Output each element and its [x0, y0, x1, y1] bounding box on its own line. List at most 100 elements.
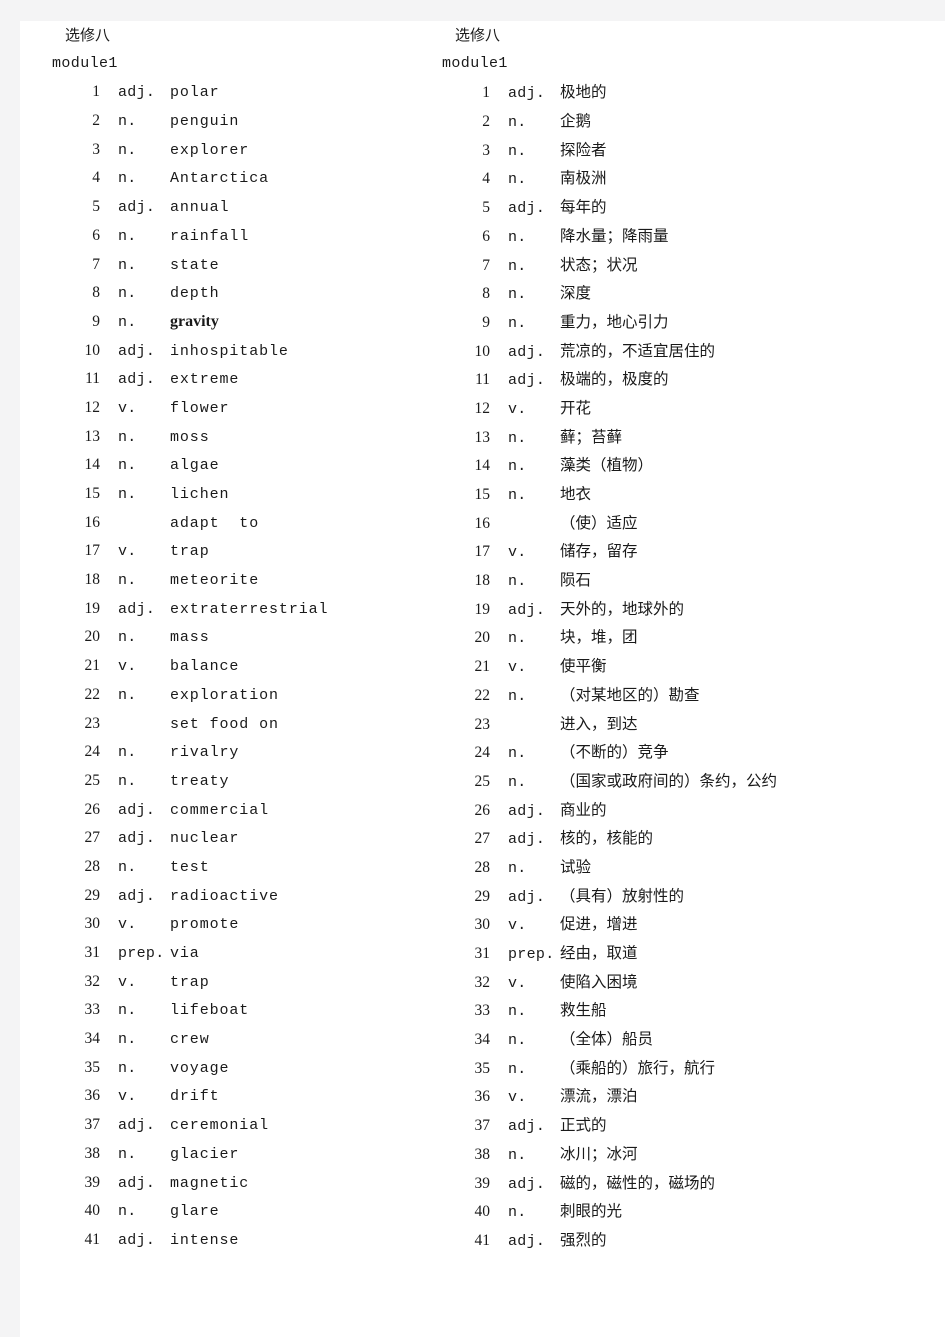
table-row: 23 进入，到达: [410, 710, 945, 739]
english-word: crew: [170, 1031, 210, 1049]
part-of-speech: n.: [508, 859, 527, 877]
entry-number: 7: [92, 255, 100, 273]
english-word: extreme: [170, 371, 240, 389]
table-row: 38 n. 冰川；冰河: [410, 1140, 945, 1169]
table-row: 15 n. 地衣: [410, 480, 945, 509]
part-of-speech: v.: [508, 917, 527, 935]
table-row: 2 n. 企鹅: [410, 107, 945, 136]
part-of-speech: adj.: [508, 372, 546, 390]
chinese-definition: 极地的: [560, 83, 607, 102]
table-row: 35 n. （乘船的）旅行，航行: [410, 1054, 945, 1083]
table-row: 7 n. 状态；状况: [410, 251, 945, 280]
chinese-definition: 降水量；降雨量: [560, 226, 669, 245]
entry-number: 6: [482, 227, 490, 245]
table-row: 13 n. moss: [20, 423, 440, 452]
entry-number: 25: [474, 772, 491, 790]
table-row: 27 adj. 核的，核能的: [410, 824, 945, 853]
entry-number: 32: [474, 973, 491, 991]
entry-number: 27: [84, 829, 101, 847]
english-word: glacier: [170, 1145, 240, 1163]
table-row: 39 adj. 磁的，磁性的，磁场的: [410, 1169, 945, 1198]
chinese-column-title: 选修八: [455, 26, 501, 44]
table-row: 10 adj. inhospitable: [20, 337, 440, 366]
table-row: 18 n. 陨石: [410, 566, 945, 595]
part-of-speech: n.: [508, 171, 527, 189]
part-of-speech: n.: [508, 573, 527, 591]
table-row: 22 n. （对某地区的）勘查: [410, 681, 945, 710]
entry-number: 20: [84, 628, 101, 646]
part-of-speech: n.: [118, 1145, 137, 1163]
part-of-speech: v.: [118, 973, 137, 991]
entry-number: 36: [84, 1087, 101, 1105]
chinese-definition: 企鹅: [560, 112, 592, 131]
table-row: 25 n. treaty: [20, 767, 440, 796]
table-row: 39 adj. magnetic: [20, 1169, 440, 1198]
english-word: test: [170, 858, 210, 876]
entry-number: 36: [474, 1088, 491, 1106]
entry-number: 6: [92, 226, 100, 244]
chinese-definition: 探险者: [560, 140, 607, 159]
part-of-speech: v.: [508, 659, 527, 677]
document-page: 选修八 module1 1 adj. polar 2 n. penguin 3 n. explo…: [20, 21, 945, 1337]
english-word: trap: [170, 973, 210, 991]
english-word: set food on: [170, 715, 279, 733]
part-of-speech: n.: [508, 257, 527, 275]
chinese-definition: 藻类（植物）: [560, 456, 654, 475]
table-row: 20 n. mass: [20, 623, 440, 652]
entry-number: 33: [84, 1001, 101, 1019]
table-row: 29 adj. radioactive: [20, 882, 440, 911]
part-of-speech: adj.: [118, 342, 156, 360]
entry-number: 12: [84, 398, 101, 416]
english-word: penguin: [170, 113, 240, 131]
chinese-definition: （使）适应: [560, 513, 638, 532]
entry-number: 16: [84, 513, 101, 531]
part-of-speech: n.: [508, 1146, 527, 1164]
chinese-definition: 经由，取道: [560, 944, 638, 962]
chinese-definition: （全体）船员: [560, 1030, 654, 1049]
part-of-speech: n.: [508, 142, 527, 160]
entry-number: 19: [474, 600, 491, 618]
english-word: magnetic: [170, 1174, 250, 1192]
part-of-speech: n.: [508, 1032, 527, 1050]
chinese-definition: 块，堆，团: [560, 628, 638, 647]
table-row: 11 adj. extreme: [20, 365, 440, 394]
part-of-speech: n.: [118, 428, 137, 446]
entry-number: 1: [92, 83, 100, 101]
english-word: promote: [170, 916, 240, 934]
entry-number: 39: [474, 1174, 491, 1192]
chinese-definition: 进入，到达: [560, 714, 638, 733]
table-row: 9 n. 重力，地心引力: [410, 308, 945, 337]
english-word: ceremonial: [170, 1117, 270, 1135]
table-row: 5 adj. 每年的: [410, 193, 945, 222]
part-of-speech: n.: [508, 487, 527, 504]
english-word: algae: [170, 457, 220, 475]
part-of-speech: n.: [118, 457, 137, 475]
table-row: 14 n. algae: [20, 451, 440, 480]
table-row: 3 n. explorer: [20, 136, 440, 165]
chinese-definition: 刺眼的光: [560, 1202, 623, 1221]
part-of-speech: v.: [508, 1089, 527, 1107]
chinese-definition: 储存，留存: [560, 542, 638, 561]
part-of-speech: n.: [508, 429, 527, 447]
table-row: 12 v. 开花: [410, 394, 945, 423]
entry-number: 26: [474, 801, 491, 819]
table-row: 25 n. （国家或政府间的）条约，公约: [410, 767, 945, 796]
table-row: 8 n. 深度: [410, 279, 945, 308]
english-column: 选修八 module1 1 adj. polar 2 n. penguin 3 n. explo…: [20, 21, 440, 1255]
part-of-speech: n.: [118, 629, 137, 647]
entry-number: 40: [474, 1203, 491, 1221]
english-word: annual: [170, 199, 230, 217]
entry-number: 29: [474, 887, 491, 905]
entry-number: 2: [482, 113, 490, 131]
english-word: exploration: [170, 686, 279, 704]
table-row: 2 n. penguin: [20, 107, 440, 136]
chinese-definition: 商业的: [560, 800, 607, 819]
part-of-speech: n.: [118, 227, 137, 245]
entry-number: 33: [474, 1002, 491, 1020]
chinese-definition: 使平衡: [560, 657, 607, 676]
table-row: 16 （使）适应: [410, 509, 945, 538]
part-of-speech: n.: [508, 314, 527, 332]
chinese-definition: （国家或政府间的）条约，公约: [560, 771, 778, 790]
chinese-definition: 极端的，极度的: [560, 370, 669, 389]
part-of-speech: adj.: [508, 601, 546, 619]
